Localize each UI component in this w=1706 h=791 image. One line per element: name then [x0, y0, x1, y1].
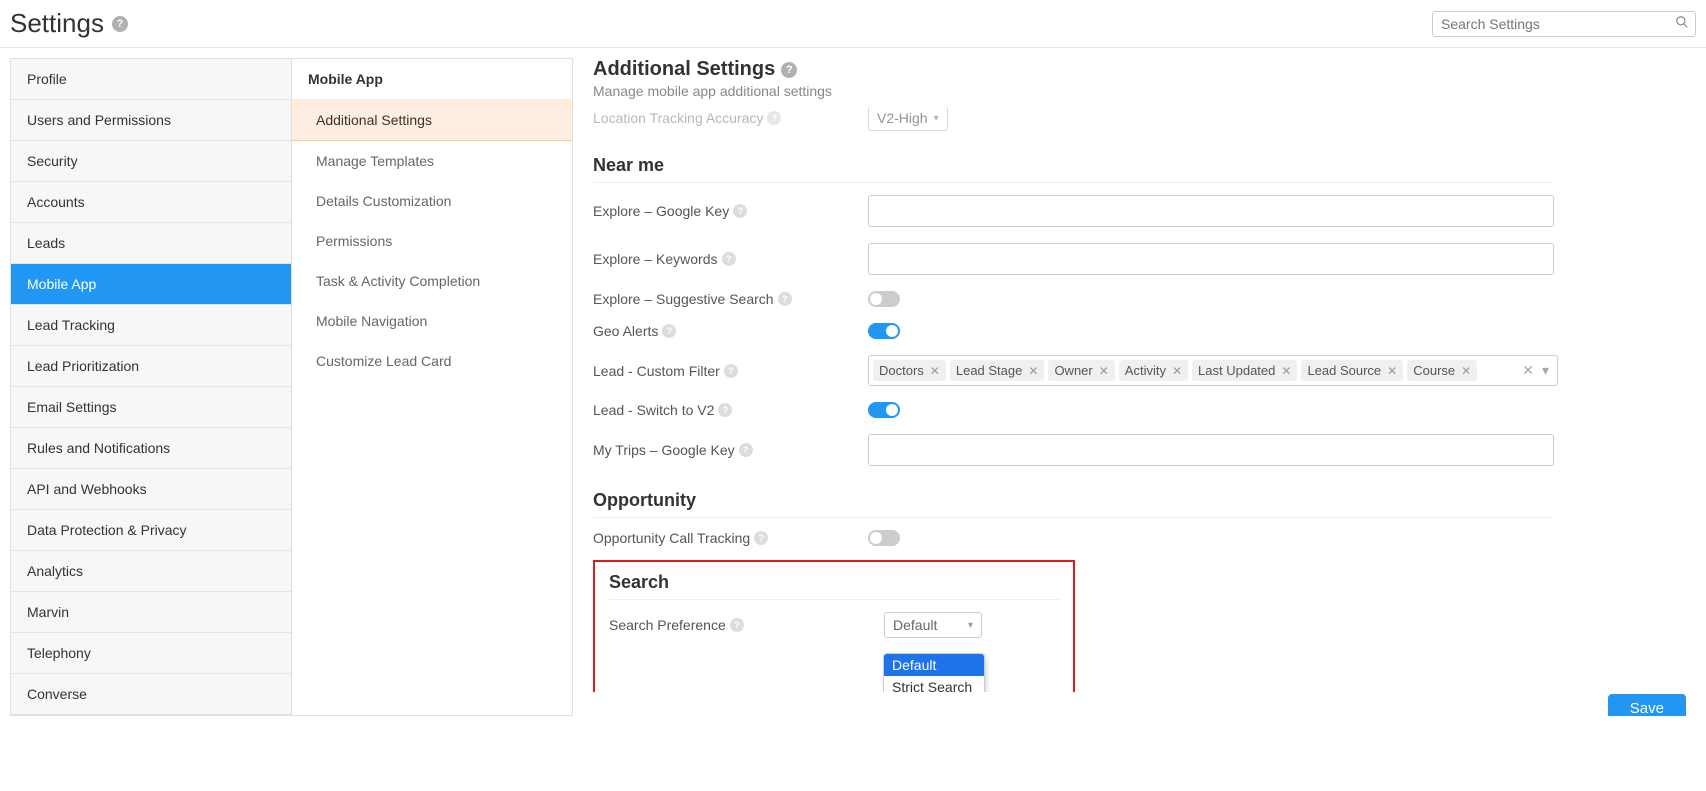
explore-google-key-label: Explore – Google Key [593, 203, 729, 219]
dropdown-option-default[interactable]: Default [884, 654, 984, 676]
sidebar-item-security[interactable]: Security [11, 141, 291, 182]
sidebar-item-data-protection[interactable]: Data Protection & Privacy [11, 510, 291, 551]
help-icon[interactable]: ? [722, 252, 736, 266]
clear-all-icon[interactable]: ✕ [1522, 362, 1534, 379]
settings-sidebar: Profile Users and Permissions Security A… [10, 58, 292, 716]
opportunity-heading: Opportunity [593, 490, 1553, 518]
save-button[interactable]: Save [1608, 694, 1686, 716]
location-tracking-accuracy-label: Location Tracking Accuracy [593, 110, 763, 126]
search-heading: Search [609, 572, 1059, 600]
content-title: Additional Settings [593, 58, 775, 81]
search-preference-dropdown: Default Strict Search Partial Search [883, 653, 985, 692]
remove-tag-icon[interactable]: ✕ [1461, 364, 1471, 378]
sidebar-item-lead-prioritization[interactable]: Lead Prioritization [11, 346, 291, 387]
filter-tag[interactable]: Owner✕ [1048, 360, 1114, 381]
content-subtitle: Manage mobile app additional settings [593, 83, 1696, 99]
lead-switch-v2-label: Lead - Switch to V2 [593, 402, 714, 418]
sidebar-item-users-permissions[interactable]: Users and Permissions [11, 100, 291, 141]
page-title: Settings [10, 8, 104, 39]
opportunity-call-tracking-toggle[interactable] [868, 530, 900, 546]
sidebar-item-rules-notifications[interactable]: Rules and Notifications [11, 428, 291, 469]
subnav-additional-settings[interactable]: Additional Settings [292, 100, 572, 141]
lead-custom-filter-label: Lead - Custom Filter [593, 363, 720, 379]
search-icon[interactable] [1675, 15, 1689, 32]
sidebar-item-profile[interactable]: Profile [11, 59, 291, 100]
search-section-highlight: Search Search Preference? Default ▾ Defa… [593, 560, 1075, 692]
sidebar-item-accounts[interactable]: Accounts [11, 182, 291, 223]
filter-tag[interactable]: Activity✕ [1119, 360, 1188, 381]
help-icon[interactable]: ? [730, 618, 744, 632]
subnav-permissions[interactable]: Permissions [292, 221, 572, 261]
subnav-mobile-navigation[interactable]: Mobile Navigation [292, 301, 572, 341]
help-icon[interactable]: ? [781, 62, 797, 78]
location-tracking-accuracy-select[interactable]: V2-High ▾ [868, 107, 948, 131]
remove-tag-icon[interactable]: ✕ [1028, 364, 1038, 378]
filter-tag[interactable]: Lead Source✕ [1301, 360, 1403, 381]
explore-keywords-input[interactable] [868, 243, 1554, 275]
explore-google-key-input[interactable] [868, 195, 1554, 227]
my-trips-key-label: My Trips – Google Key [593, 442, 735, 458]
sidebar-item-analytics[interactable]: Analytics [11, 551, 291, 592]
filter-tag[interactable]: Last Updated✕ [1192, 360, 1297, 381]
remove-tag-icon[interactable]: ✕ [1099, 364, 1109, 378]
filter-tag[interactable]: Course✕ [1407, 360, 1477, 381]
remove-tag-icon[interactable]: ✕ [930, 364, 940, 378]
remove-tag-icon[interactable]: ✕ [1281, 364, 1291, 378]
remove-tag-icon[interactable]: ✕ [1387, 364, 1397, 378]
search-preference-label: Search Preference [609, 617, 726, 633]
subnav-details-customization[interactable]: Details Customization [292, 181, 572, 221]
explore-keywords-label: Explore – Keywords [593, 251, 718, 267]
my-trips-key-input[interactable] [868, 434, 1554, 466]
geo-alerts-toggle[interactable] [868, 323, 900, 339]
help-icon[interactable]: ? [724, 364, 738, 378]
help-icon[interactable]: ? [733, 204, 747, 218]
chevron-down-icon: ▾ [934, 113, 939, 124]
search-field[interactable] [1439, 15, 1671, 33]
dropdown-option-strict[interactable]: Strict Search [884, 676, 984, 692]
help-icon[interactable]: ? [754, 531, 768, 545]
help-icon[interactable]: ? [718, 403, 732, 417]
sidebar-item-converse[interactable]: Converse [11, 674, 291, 715]
help-icon[interactable]: ? [662, 324, 676, 338]
explore-suggestive-label: Explore – Suggestive Search [593, 291, 774, 307]
remove-tag-icon[interactable]: ✕ [1172, 364, 1182, 378]
help-icon[interactable]: ? [112, 16, 128, 32]
sidebar-item-mobile-app[interactable]: Mobile App [11, 264, 291, 305]
subnav-task-activity[interactable]: Task & Activity Completion [292, 261, 572, 301]
geo-alerts-label: Geo Alerts [593, 323, 658, 339]
opportunity-call-tracking-label: Opportunity Call Tracking [593, 530, 750, 546]
sidebar-item-lead-tracking[interactable]: Lead Tracking [11, 305, 291, 346]
subnav-manage-templates[interactable]: Manage Templates [292, 141, 572, 181]
chevron-down-icon[interactable]: ▾ [1542, 362, 1549, 379]
sidebar-item-telephony[interactable]: Telephony [11, 633, 291, 674]
search-preference-select[interactable]: Default ▾ Default Strict Search Partial … [884, 612, 982, 638]
sidebar-item-email-settings[interactable]: Email Settings [11, 387, 291, 428]
subnav-header: Mobile App [292, 59, 572, 100]
search-settings-input[interactable] [1432, 11, 1696, 37]
select-value: V2-High [877, 110, 928, 126]
help-icon[interactable]: ? [778, 292, 792, 306]
sidebar-item-marvin[interactable]: Marvin [11, 592, 291, 633]
sidebar-item-leads[interactable]: Leads [11, 223, 291, 264]
subnav-customize-lead-card[interactable]: Customize Lead Card [292, 341, 572, 381]
near-me-heading: Near me [593, 155, 1553, 183]
lead-custom-filter-tags[interactable]: Doctors✕ Lead Stage✕ Owner✕ Activity✕ La… [868, 355, 1558, 386]
chevron-down-icon: ▾ [968, 620, 973, 631]
explore-suggestive-toggle[interactable] [868, 291, 900, 307]
filter-tag[interactable]: Doctors✕ [873, 360, 946, 381]
sidebar-item-api-webhooks[interactable]: API and Webhooks [11, 469, 291, 510]
lead-switch-v2-toggle[interactable] [868, 402, 900, 418]
filter-tag[interactable]: Lead Stage✕ [950, 360, 1045, 381]
select-value: Default [893, 617, 937, 633]
help-icon[interactable]: ? [767, 111, 781, 125]
mobile-app-subnav: Mobile App Additional Settings Manage Te… [292, 58, 573, 716]
help-icon[interactable]: ? [739, 443, 753, 457]
